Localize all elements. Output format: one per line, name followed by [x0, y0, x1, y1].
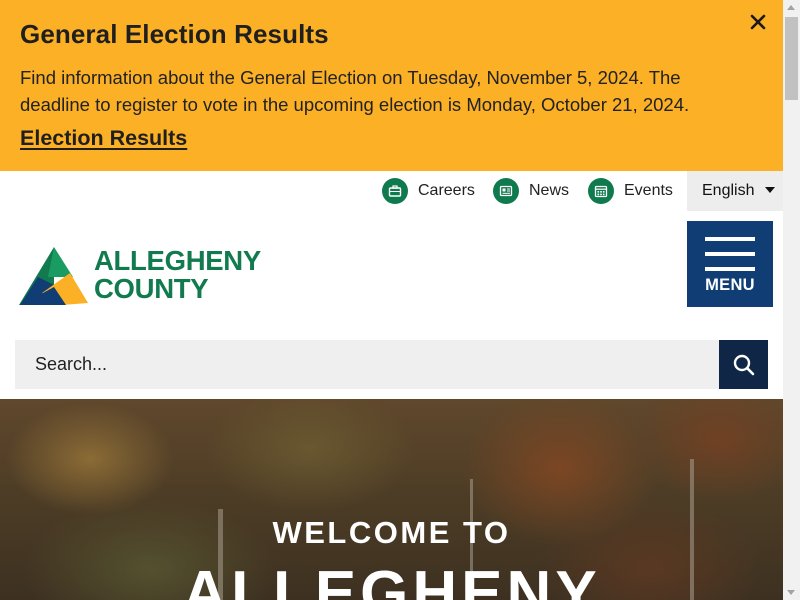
logo-line-2: COUNTY — [94, 273, 209, 304]
menu-button[interactable]: MENU — [687, 221, 773, 307]
scroll-down-icon[interactable] — [787, 590, 795, 595]
events-link[interactable]: Events — [588, 178, 673, 204]
briefcase-icon — [382, 178, 408, 204]
search-icon — [733, 354, 754, 375]
logo-mark — [19, 247, 88, 305]
language-selected: English — [702, 182, 755, 199]
scroll-up-icon[interactable] — [787, 5, 795, 10]
page: General Election Results Find informatio… — [0, 0, 783, 600]
search-placeholder: Search... — [35, 354, 108, 374]
news-link[interactable]: News — [493, 178, 569, 204]
hamburger-icon-bar — [705, 267, 755, 271]
hero-banner: WELCOME TO ALLEGHENY — [0, 399, 783, 600]
election-alert-banner: General Election Results Find informatio… — [0, 0, 783, 171]
alert-title: General Election Results — [20, 19, 329, 49]
events-label: Events — [624, 182, 673, 199]
close-icon[interactable] — [744, 8, 772, 36]
careers-link[interactable]: Careers — [382, 178, 475, 204]
search-button[interactable] — [719, 340, 768, 389]
hamburger-icon-bar — [705, 252, 755, 256]
newspaper-icon — [493, 178, 519, 204]
page-scrollbar[interactable] — [783, 0, 800, 600]
election-results-link[interactable]: Election Results — [20, 126, 187, 151]
hero-kicker: WELCOME TO — [272, 515, 511, 550]
menu-label: MENU — [705, 276, 755, 294]
careers-label: Careers — [418, 182, 475, 199]
language-select[interactable]: English — [687, 171, 783, 211]
scrollbar-thumb[interactable] — [785, 17, 798, 100]
hero-title: ALLEGHENY — [182, 559, 601, 600]
logo-line-1: ALLEGHENY — [94, 245, 261, 276]
search-input[interactable]: Search... — [15, 340, 719, 389]
alert-message: Find information about the General Elect… — [20, 67, 690, 115]
allegheny-county-logo[interactable]: ALLEGHENY COUNTY — [18, 245, 278, 307]
utility-nav: Careers News Events English — [0, 171, 783, 211]
calendar-icon — [588, 178, 614, 204]
logo-wordmark: ALLEGHENY COUNTY — [94, 247, 261, 303]
caret-down-icon — [765, 187, 776, 193]
news-label: News — [529, 182, 570, 199]
hamburger-icon — [705, 237, 755, 241]
